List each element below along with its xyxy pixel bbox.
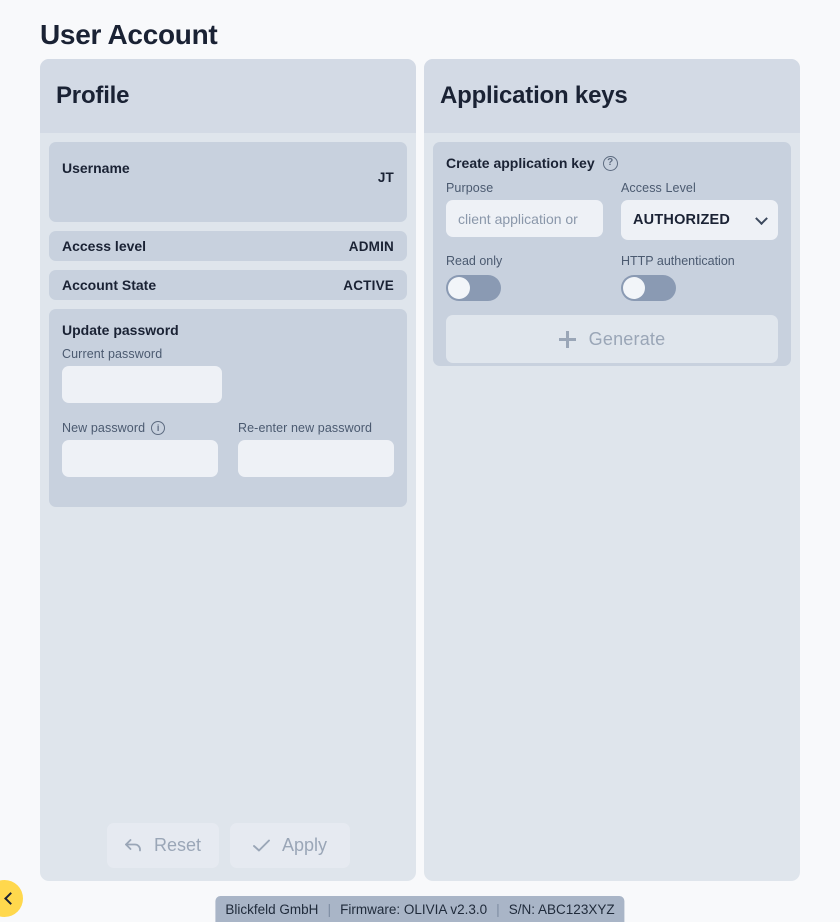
purpose-group: Purpose bbox=[446, 181, 603, 240]
status-firmware: Firmware: OLIVIA v2.3.0 bbox=[340, 901, 488, 917]
account-state-value: ACTIVE bbox=[343, 277, 394, 293]
undo-arrow-icon bbox=[124, 837, 143, 854]
apply-button-label: Apply bbox=[281, 835, 328, 855]
profile-card-body: Username JT Access level ADMIN Account S… bbox=[40, 133, 416, 881]
form-actions: Reset Apply bbox=[40, 823, 416, 868]
create-application-key-title: Create application key ? bbox=[446, 155, 778, 171]
reenter-password-input[interactable] bbox=[238, 440, 394, 477]
create-application-key-title-text: Create application key bbox=[446, 155, 595, 171]
profile-row-username: Username JT bbox=[49, 142, 407, 222]
status-bar: Blickfeld GmbH | Firmware: OLIVIA v2.3.0… bbox=[215, 896, 625, 922]
access-level-label: Access level bbox=[62, 238, 147, 254]
new-password-label: New password i bbox=[62, 421, 218, 435]
reset-button-label: Reset bbox=[153, 835, 202, 855]
current-password-input[interactable] bbox=[62, 366, 222, 403]
access-level-select-value: AUTHORIZED bbox=[621, 200, 778, 240]
help-icon[interactable]: ? bbox=[602, 155, 618, 171]
username-label: Username bbox=[62, 160, 130, 176]
reenter-password-label: Re-enter new password bbox=[238, 421, 394, 435]
profile-card: Profile Username JT Access level ADMIN A… bbox=[40, 59, 416, 881]
new-password-label-text: New password bbox=[62, 421, 146, 435]
application-keys-card-title: Application keys bbox=[440, 82, 628, 109]
status-separator-2: | bbox=[496, 901, 500, 917]
current-password-label: Current password bbox=[62, 347, 222, 361]
reenter-password-group: Re-enter new password bbox=[238, 421, 394, 477]
current-password-label-text: Current password bbox=[62, 347, 163, 361]
create-key-fields-row: Purpose Access Level AUTHORIZED bbox=[446, 181, 778, 240]
info-icon[interactable]: i bbox=[151, 421, 166, 435]
generate-button-label: Generate bbox=[588, 328, 666, 349]
status-serial: S/N: ABC123XYZ bbox=[508, 901, 615, 917]
profile-row-account-state: Account State ACTIVE bbox=[49, 270, 407, 300]
access-level-value: ADMIN bbox=[348, 238, 394, 254]
new-password-input[interactable] bbox=[62, 440, 218, 477]
username-value: JT bbox=[377, 170, 394, 185]
update-password-title: Update password bbox=[62, 322, 179, 338]
read-only-toggle[interactable] bbox=[446, 275, 501, 301]
plus-icon bbox=[558, 330, 576, 348]
profile-card-header: Profile bbox=[40, 59, 416, 133]
purpose-label: Purpose bbox=[446, 181, 603, 195]
access-level-field-label: Access Level bbox=[621, 181, 778, 195]
purpose-label-text: Purpose bbox=[446, 181, 494, 195]
access-level-group: Access Level AUTHORIZED bbox=[621, 181, 778, 240]
new-password-row: New password i Re-enter new password bbox=[62, 421, 394, 477]
reset-button[interactable]: Reset bbox=[106, 823, 219, 868]
http-auth-label: HTTP authentication bbox=[621, 254, 735, 268]
chevron-left-icon bbox=[4, 892, 17, 905]
access-level-select[interactable]: AUTHORIZED bbox=[621, 200, 778, 240]
status-separator-1: | bbox=[327, 901, 332, 917]
status-company: Blickfeld GmbH bbox=[225, 901, 319, 917]
http-auth-group: HTTP authentication bbox=[621, 254, 778, 301]
application-keys-card-body: Create application key ? Purpose Access … bbox=[424, 133, 800, 881]
create-application-key-section: Create application key ? Purpose Access … bbox=[433, 142, 791, 366]
application-keys-card: Application keys Create application key … bbox=[424, 59, 800, 881]
page-title: User Account bbox=[40, 19, 218, 50]
profile-card-title: Profile bbox=[56, 82, 130, 109]
read-only-group: Read only bbox=[446, 254, 603, 301]
profile-row-access-level: Access level ADMIN bbox=[49, 231, 407, 261]
create-key-toggles-row: Read only HTTP authentication bbox=[446, 254, 778, 301]
application-keys-card-header: Application keys bbox=[424, 59, 800, 133]
account-state-label: Account State bbox=[62, 277, 157, 293]
access-level-field-label-text: Access Level bbox=[621, 181, 696, 195]
read-only-toggle-knob bbox=[448, 277, 470, 299]
check-icon bbox=[252, 837, 271, 854]
update-password-section: Update password Current password New pas… bbox=[49, 309, 407, 507]
http-auth-toggle-knob bbox=[623, 277, 645, 299]
http-auth-toggle[interactable] bbox=[621, 275, 676, 301]
current-password-group: Current password bbox=[62, 347, 222, 403]
reenter-password-label-text: Re-enter new password bbox=[238, 421, 373, 435]
purpose-input[interactable] bbox=[446, 200, 603, 237]
read-only-label: Read only bbox=[446, 254, 503, 268]
sidebar-collapse-handle[interactable] bbox=[0, 880, 23, 917]
apply-button[interactable]: Apply bbox=[229, 823, 350, 868]
new-password-group: New password i bbox=[62, 421, 218, 477]
generate-button[interactable]: Generate bbox=[446, 315, 778, 363]
